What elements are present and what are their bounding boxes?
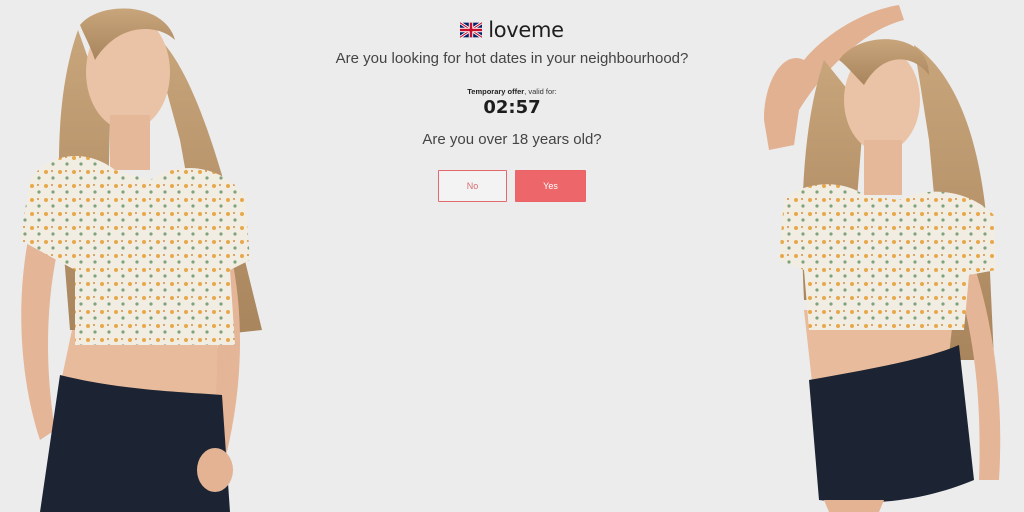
age-gate-page: loveme Are you looking for hot dates in … <box>0 0 1024 512</box>
offer-label-bold: Temporary offer <box>467 87 525 96</box>
yes-button[interactable]: Yes <box>515 170 586 202</box>
left-model-photo <box>0 0 275 512</box>
center-panel: loveme Are you looking for hot dates in … <box>300 0 724 202</box>
uk-flag-icon <box>459 21 484 39</box>
offer-label-rest: , valid for: <box>524 87 557 96</box>
headline: Are you looking for hot dates in your ne… <box>335 50 689 67</box>
age-buttons: No Yes <box>300 170 724 202</box>
brand-name: loveme <box>488 18 564 42</box>
no-button[interactable]: No <box>438 170 507 202</box>
offer-label: Temporary offer, valid for: <box>300 87 724 96</box>
countdown-timer: 02:57 <box>483 97 541 118</box>
brand-logo[interactable]: loveme <box>300 18 724 42</box>
age-question: Are you over 18 years old? <box>422 131 602 148</box>
right-model-photo <box>764 0 1024 512</box>
